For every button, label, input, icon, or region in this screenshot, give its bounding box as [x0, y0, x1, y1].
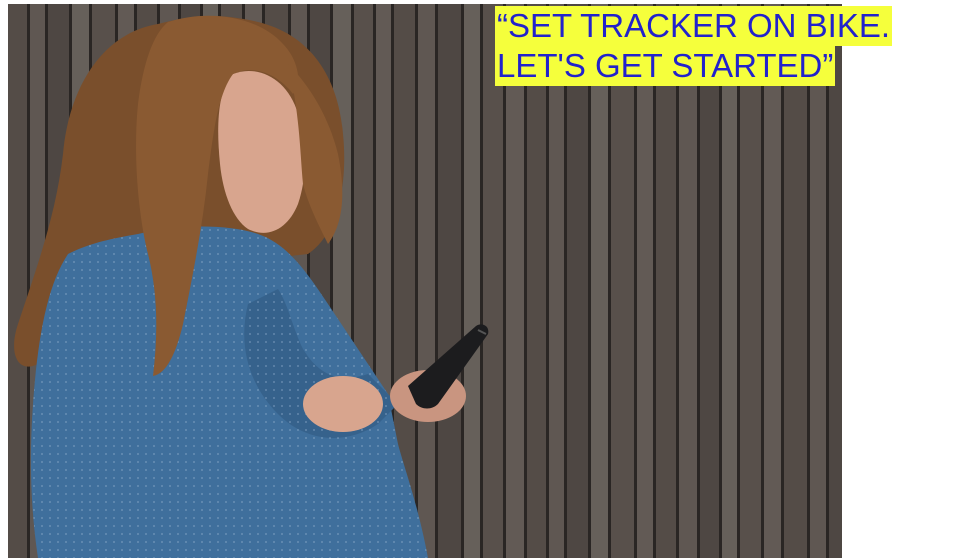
fence-plank: [656, 4, 676, 558]
fence-gap: [719, 4, 722, 558]
fence-plank: [418, 4, 435, 558]
fence-gap: [737, 4, 740, 558]
fence-plank: [810, 4, 826, 558]
hand-right: [303, 376, 383, 432]
fence-plank: [722, 4, 737, 558]
fence-gap: [524, 4, 527, 558]
fence-plank: [591, 4, 608, 558]
fence-gap: [480, 4, 483, 558]
fence-gap: [826, 4, 829, 558]
fence-plank: [784, 4, 807, 558]
photo-scene: [8, 4, 842, 558]
fence-plank: [483, 4, 503, 558]
fence-gap: [503, 4, 506, 558]
fence-gap: [588, 4, 591, 558]
caption: “SET TRACKER ON BIKE. LET'S GET STARTED”: [495, 6, 893, 86]
fence-plank: [764, 4, 781, 558]
fence-gap: [807, 4, 810, 558]
fence-gap: [27, 4, 30, 558]
fence-plank: [567, 4, 588, 558]
fence-gap: [546, 4, 549, 558]
fence-plank: [8, 4, 27, 558]
fence-plank: [464, 4, 480, 558]
fence-plank: [700, 4, 719, 558]
fence-plank: [438, 4, 461, 558]
fence-plank: [611, 4, 634, 558]
fence-gap: [634, 4, 637, 558]
fence-plank: [679, 4, 697, 558]
fence-gap: [435, 4, 438, 558]
fence-gap: [781, 4, 784, 558]
fence-plank: [527, 4, 546, 558]
fence-gap: [676, 4, 679, 558]
fence-gap: [761, 4, 764, 558]
fence-gap: [461, 4, 464, 558]
fence-plank: [506, 4, 524, 558]
fence-plank: [829, 4, 842, 558]
fence-gap: [415, 4, 418, 558]
caption-line-2: LET'S GET STARTED”: [495, 46, 836, 86]
fence-gap: [653, 4, 656, 558]
fence-gap: [608, 4, 611, 558]
fence-plank: [740, 4, 761, 558]
photo: [8, 4, 842, 558]
fence-gap: [564, 4, 567, 558]
caption-line-1: “SET TRACKER ON BIKE.: [495, 6, 893, 46]
fence-plank: [549, 4, 564, 558]
fence-plank: [637, 4, 653, 558]
fence-gap: [697, 4, 700, 558]
